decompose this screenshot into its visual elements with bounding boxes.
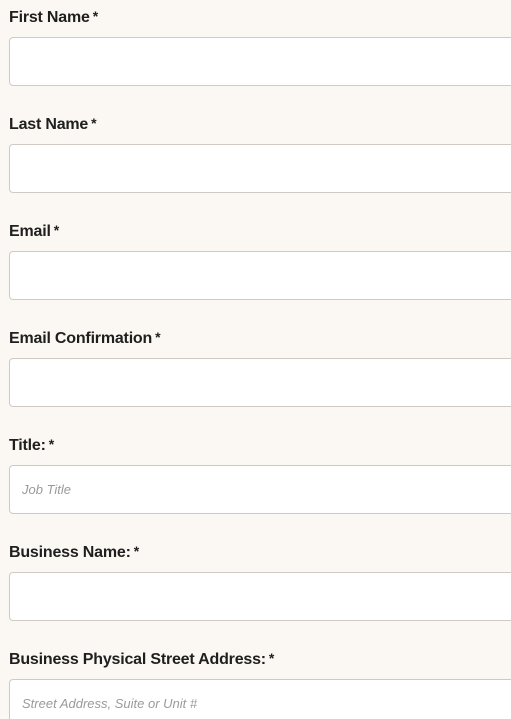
business-address-label: Business Physical Street Address: * <box>9 649 511 670</box>
business-name-input[interactable] <box>9 572 511 621</box>
street-address-input[interactable] <box>9 679 511 719</box>
title-label: Title: * <box>9 435 511 456</box>
last-name-label: Last Name * <box>9 114 511 135</box>
email-field: Email * <box>9 221 511 300</box>
last-name-label-text: Last Name <box>9 116 89 133</box>
required-asterisk: * <box>91 115 97 131</box>
last-name-field: Last Name * <box>9 114 511 193</box>
email-label: Email * <box>9 221 511 242</box>
required-asterisk: * <box>268 650 275 666</box>
first-name-label-text: First Name <box>9 9 90 26</box>
first-name-field: First Name * <box>9 7 511 86</box>
email-label-text: Email <box>9 223 51 240</box>
first-name-label: First Name * <box>9 7 511 28</box>
first-name-input[interactable] <box>9 37 511 86</box>
email-confirmation-input[interactable] <box>9 358 511 407</box>
required-asterisk: * <box>53 222 59 238</box>
registration-form: First Name * Last Name * Email * Email Conf… <box>0 0 511 719</box>
business-address-label-text: Business Physical Street Address: <box>9 651 266 668</box>
last-name-input[interactable] <box>9 144 511 193</box>
email-confirmation-label-text: Email Confirmation <box>9 330 153 347</box>
email-confirmation-field: Email Confirmation * <box>9 328 511 407</box>
form-viewport: First Name * Last Name * Email * Email Conf… <box>0 0 511 719</box>
email-confirmation-label: Email Confirmation * <box>9 328 511 349</box>
business-address-field: Business Physical Street Address: * <box>9 649 511 719</box>
required-asterisk: * <box>155 329 161 345</box>
title-label-text: Title: <box>9 437 46 454</box>
job-title-input[interactable] <box>9 465 511 514</box>
required-asterisk: * <box>133 543 139 559</box>
title-field: Title: * <box>9 435 511 514</box>
business-name-field: Business Name: * <box>9 542 511 621</box>
email-input[interactable] <box>9 251 511 300</box>
required-asterisk: * <box>92 8 98 24</box>
required-asterisk: * <box>48 436 54 452</box>
business-name-label: Business Name: * <box>9 542 511 563</box>
business-name-label-text: Business Name: <box>9 544 131 561</box>
